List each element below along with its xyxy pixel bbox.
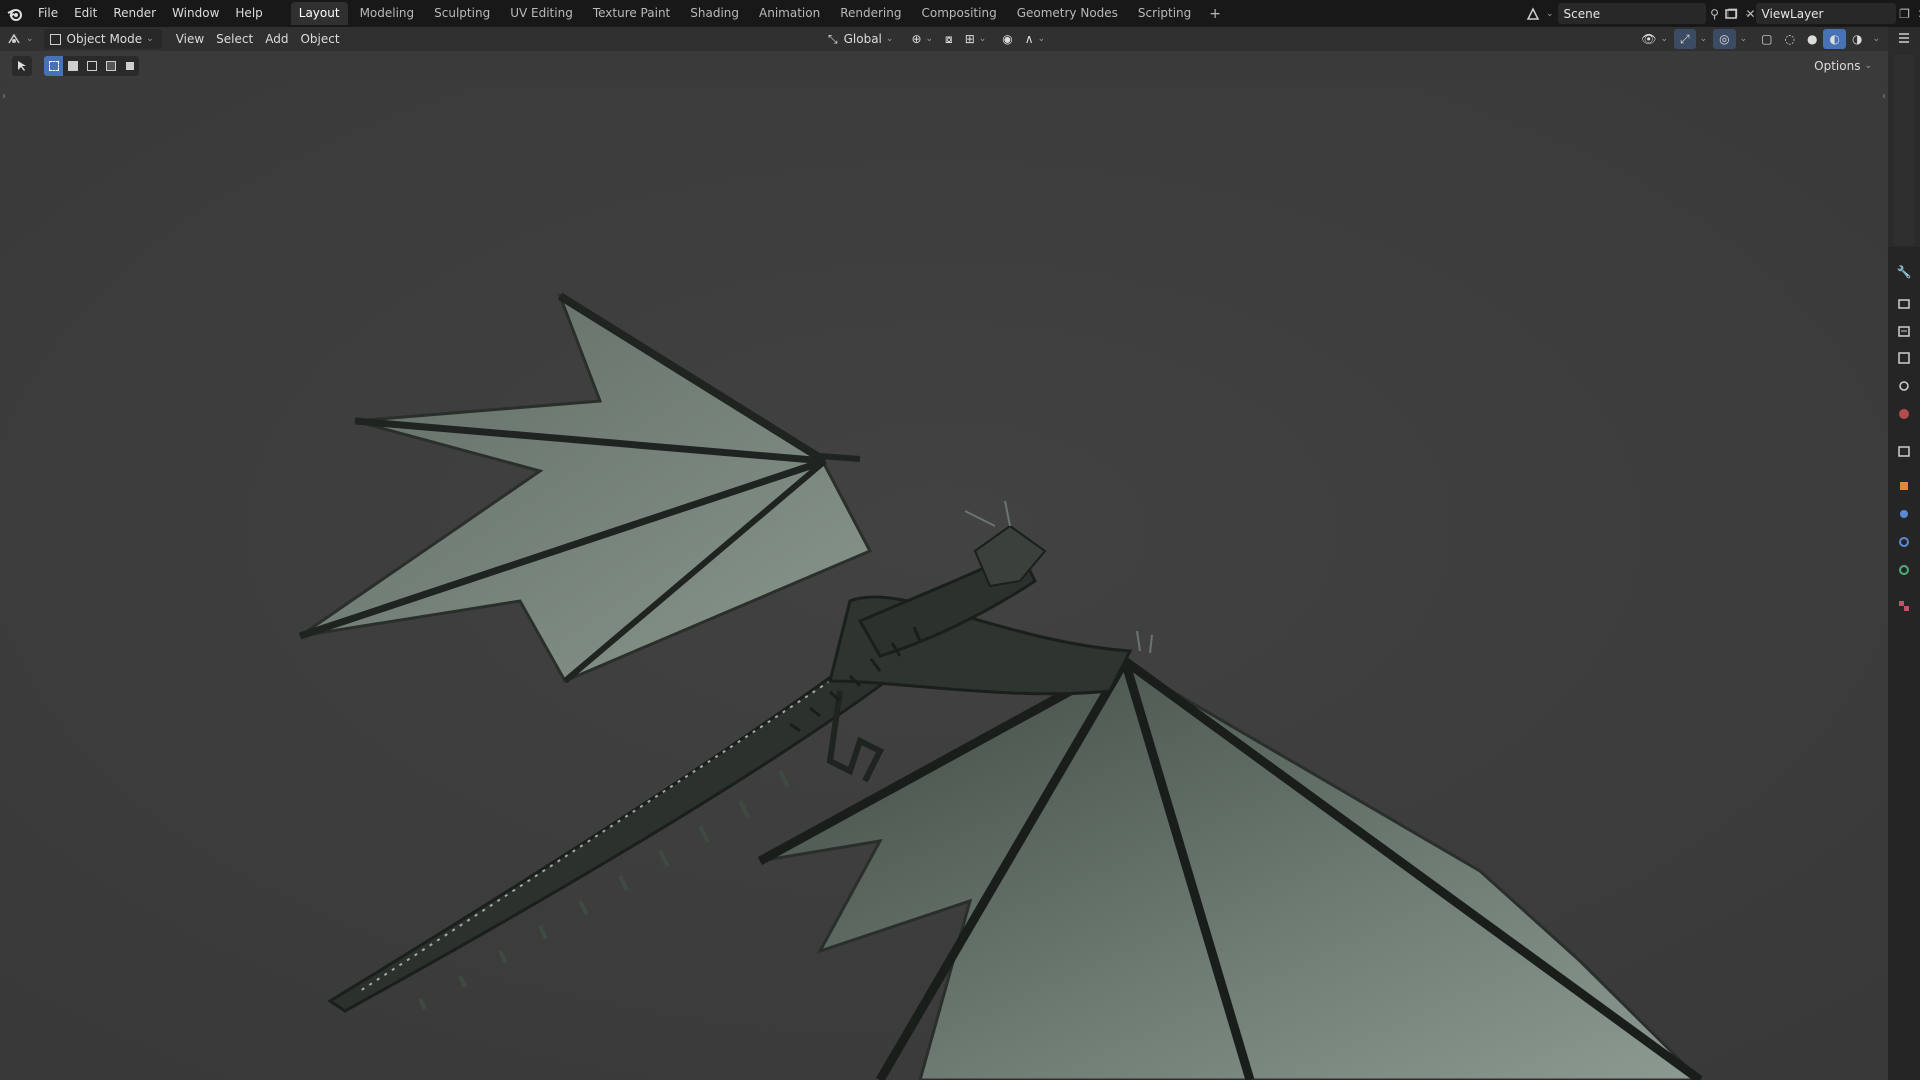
- select-invert-icon[interactable]: [101, 56, 120, 76]
- scene-name-field[interactable]: Scene: [1557, 3, 1706, 24]
- chevron-down-icon[interactable]: ⌄: [1740, 34, 1748, 44]
- outliner-filter-icon[interactable]: [1895, 29, 1913, 47]
- pivot-icon[interactable]: ⊕ ⌄: [905, 29, 939, 49]
- scene-icon[interactable]: [1524, 5, 1542, 23]
- rendered-shading-icon[interactable]: ◑: [1846, 29, 1868, 49]
- view-layer-name: ViewLayer: [1761, 6, 1824, 21]
- toolbar-toggle-icon[interactable]: ›: [2, 91, 6, 102]
- select-subtract-icon[interactable]: [82, 56, 101, 76]
- selection-mode-group: [44, 56, 139, 76]
- falloff-icon[interactable]: ∧ ⌄: [1019, 29, 1051, 49]
- pin-icon[interactable]: ⚲: [1706, 5, 1724, 23]
- modifier-icon[interactable]: [1895, 505, 1913, 523]
- render-properties-icon[interactable]: [1895, 294, 1913, 312]
- output-properties-icon[interactable]: [1895, 322, 1913, 340]
- outliner-scrollbar[interactable]: [1894, 55, 1914, 245]
- overlay-icon[interactable]: ◎: [1713, 29, 1736, 49]
- view-layer-icon[interactable]: [1722, 5, 1740, 23]
- view-menu[interactable]: View: [170, 29, 210, 49]
- tab-animation[interactable]: Animation: [751, 2, 828, 25]
- view-layer-selector: ⌄ ViewLayer ❐ ✕: [1722, 3, 1920, 24]
- add-workspace-button[interactable]: +: [1203, 6, 1227, 22]
- chevron-down-icon[interactable]: ⌄: [1700, 34, 1708, 44]
- tool-settings-bar: Options ⌄: [0, 51, 1888, 81]
- tab-modeling[interactable]: Modeling: [352, 2, 423, 25]
- add-menu[interactable]: Add: [259, 29, 294, 49]
- close-icon[interactable]: ✕: [1914, 5, 1920, 23]
- select-menu[interactable]: Select: [210, 29, 259, 49]
- chevron-down-icon: ⌄: [146, 34, 154, 44]
- menu-edit[interactable]: Edit: [66, 0, 105, 27]
- tab-uv-editing[interactable]: UV Editing: [502, 2, 581, 25]
- tab-geometry-nodes[interactable]: Geometry Nodes: [1009, 2, 1126, 25]
- workspace-tabs: Layout Modeling Sculpting UV Editing Tex…: [290, 2, 1227, 25]
- object-properties-icon[interactable]: [1895, 477, 1913, 495]
- viewport-header: ⌄ Object Mode ⌄ View Select Add Object ⤡…: [0, 27, 1888, 51]
- menu-window[interactable]: Window: [164, 0, 227, 27]
- xray-icon[interactable]: ▢: [1755, 29, 1778, 49]
- menu-file[interactable]: File: [30, 0, 66, 27]
- texture-icon[interactable]: [1895, 597, 1913, 615]
- snap-icon[interactable]: ⧇: [939, 29, 959, 49]
- options-dropdown[interactable]: Options ⌄: [1806, 56, 1880, 76]
- orientation-label: Global: [843, 32, 882, 46]
- tab-texture-paint[interactable]: Texture Paint: [585, 2, 678, 25]
- chevron-down-icon: ⌄: [1744, 8, 1752, 19]
- options-label: Options: [1814, 59, 1861, 73]
- wireframe-shading-icon[interactable]: ◌: [1779, 29, 1801, 49]
- scene-icon[interactable]: [1895, 377, 1913, 395]
- solid-shading-icon[interactable]: ●: [1801, 29, 1823, 49]
- tab-scripting[interactable]: Scripting: [1130, 2, 1199, 25]
- transform-orientation-icon: ⤡: [828, 31, 838, 46]
- snap-target-icon[interactable]: ⊞ ⌄: [959, 29, 993, 49]
- tab-rendering[interactable]: Rendering: [832, 2, 909, 25]
- proportional-edit-icon[interactable]: ◉: [996, 29, 1018, 49]
- gizmo-icon[interactable]: ⤢: [1673, 29, 1696, 49]
- world-icon[interactable]: [1895, 405, 1913, 423]
- object-mode-select[interactable]: Object Mode ⌄: [43, 29, 162, 49]
- transform-controls: ⤡ Global ⌄ ⊕ ⌄ ⧇ ⊞ ⌄ ◉ ∧ ⌄: [822, 29, 1051, 49]
- outliner-strip: [1888, 27, 1920, 247]
- tool-icon[interactable]: 🔧: [1895, 263, 1913, 281]
- tab-sculpting[interactable]: Sculpting: [426, 2, 498, 25]
- 3d-viewport[interactable]: › ‹: [0, 81, 1888, 1080]
- chevron-down-icon[interactable]: ⌄: [1872, 34, 1880, 44]
- scene-name: Scene: [1563, 6, 1601, 21]
- select-intersect-icon[interactable]: [120, 56, 139, 76]
- menu-render[interactable]: Render: [105, 0, 164, 27]
- viewport-display-controls: 👁 ⌄ ⤢ ⌄ ◎ ⌄ ▢ ◌ ● ◐ ◑ ⌄: [1635, 29, 1880, 49]
- material-shading-icon[interactable]: ◐: [1823, 29, 1846, 49]
- dragon-model: [0, 81, 1888, 1080]
- select-tool-icon[interactable]: [12, 56, 32, 76]
- select-extend-icon[interactable]: [63, 56, 82, 76]
- collection-icon[interactable]: [1895, 442, 1913, 460]
- view-layer-name-field[interactable]: ViewLayer: [1755, 3, 1896, 24]
- chevron-down-icon: ⌄: [1864, 61, 1872, 71]
- top-bar: File Edit Render Window Help Layout Mode…: [0, 0, 1920, 27]
- select-new-icon[interactable]: [44, 56, 63, 76]
- new-view-layer-icon[interactable]: ❐: [1896, 5, 1914, 23]
- menu-help[interactable]: Help: [227, 0, 270, 27]
- view-layer-icon[interactable]: [1895, 349, 1913, 367]
- sidebar-toggle-icon[interactable]: ‹: [1882, 91, 1886, 102]
- editor-type-icon[interactable]: ⌄: [0, 29, 40, 49]
- transform-orientation-select[interactable]: ⤡ Global ⌄: [822, 29, 899, 49]
- chevron-down-icon: ⌄: [1546, 8, 1554, 19]
- tab-layout[interactable]: Layout: [290, 2, 348, 25]
- object-menu[interactable]: Object: [294, 29, 345, 49]
- physics-icon[interactable]: [1895, 561, 1913, 579]
- visibility-icon[interactable]: 👁 ⌄: [1635, 29, 1674, 49]
- object-mode-icon: [49, 33, 61, 45]
- main-menu: File Edit Render Window Help: [30, 0, 271, 27]
- blender-logo-icon[interactable]: [0, 0, 30, 27]
- tab-compositing[interactable]: Compositing: [913, 2, 1004, 25]
- particles-icon[interactable]: [1895, 533, 1913, 551]
- object-mode-label: Object Mode: [66, 32, 143, 46]
- properties-tab-strip: 🔧: [1888, 27, 1920, 1080]
- tab-shading[interactable]: Shading: [682, 2, 747, 25]
